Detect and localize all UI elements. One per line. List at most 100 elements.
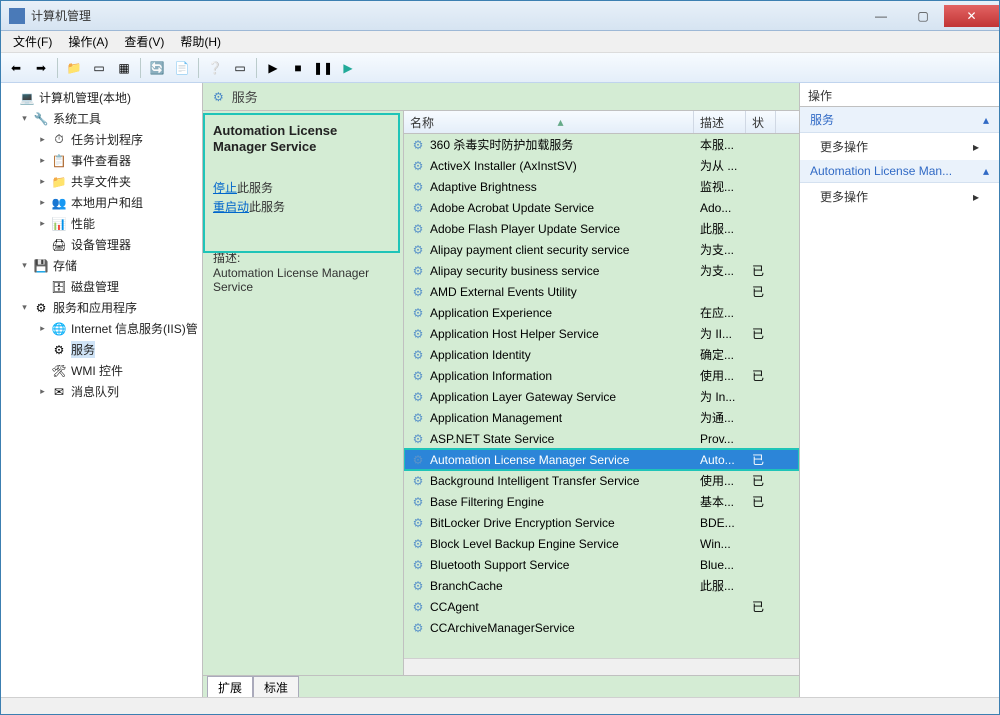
properties-button[interactable]: ▦ (113, 57, 135, 79)
tree-item[interactable]: ▸⏱任务计划程序 (1, 129, 202, 150)
tree-item[interactable]: ⚙服务 (1, 339, 202, 360)
service-row[interactable]: ⚙Alipay security business service为支...已 (404, 260, 799, 281)
tree-toggle-icon[interactable]: ▸ (37, 323, 48, 334)
tree-item[interactable]: 💻计算机管理(本地) (1, 87, 202, 108)
service-row[interactable]: ⚙Automation License Manager ServiceAuto.… (404, 449, 799, 470)
service-row[interactable]: ⚙ActiveX Installer (AxInstSV)为从 ... (404, 155, 799, 176)
col-status[interactable]: 状 (746, 111, 776, 133)
service-row[interactable]: ⚙Adobe Acrobat Update ServiceAdo... (404, 197, 799, 218)
close-button[interactable]: ✕ (944, 5, 999, 27)
menu-action[interactable]: 操作(A) (60, 31, 116, 52)
service-row[interactable]: ⚙360 杀毒实时防护加载服务本服... (404, 134, 799, 155)
pause-button[interactable]: ❚❚ (312, 57, 334, 79)
stop-button[interactable]: ■ (287, 57, 309, 79)
detail-pane: Automation License Manager Service 停止此服务… (203, 111, 403, 675)
restart-service-link[interactable]: 重启动 (213, 200, 249, 214)
menu-view[interactable]: 查看(V) (116, 31, 172, 52)
service-row[interactable]: ⚙Adaptive Brightness监视... (404, 176, 799, 197)
tree-toggle-icon[interactable]: ▾ (19, 113, 30, 124)
forward-button[interactable]: ➡ (30, 57, 52, 79)
service-icon: ⚙ (410, 368, 426, 384)
service-row[interactable]: ⚙CCAgent已 (404, 596, 799, 617)
refresh-button[interactable]: 🔄 (146, 57, 168, 79)
service-row[interactable]: ⚙Alipay payment client security service为… (404, 239, 799, 260)
tab-standard[interactable]: 标准 (253, 676, 299, 698)
help-button[interactable]: ❔ (204, 57, 226, 79)
extra-button[interactable]: ▭ (229, 57, 251, 79)
tree-item[interactable]: ▸📁共享文件夹 (1, 171, 202, 192)
tree-item[interactable]: ▾⚙服务和应用程序 (1, 297, 202, 318)
tree-toggle-icon[interactable]: ▸ (37, 197, 48, 208)
tree-toggle-icon[interactable]: ▾ (19, 260, 30, 271)
tree-item[interactable]: 🗄磁盘管理 (1, 276, 202, 297)
service-row[interactable]: ⚙Application Layer Gateway Service为 In..… (404, 386, 799, 407)
tree-toggle-icon[interactable] (37, 239, 48, 250)
service-row[interactable]: ⚙Background Intelligent Transfer Service… (404, 470, 799, 491)
service-row[interactable]: ⚙CCArchiveManagerService (404, 617, 799, 638)
tree-item[interactable]: ▸📋事件查看器 (1, 150, 202, 171)
export-button[interactable]: 📄 (171, 57, 193, 79)
tree-item[interactable]: ▸👥本地用户和组 (1, 192, 202, 213)
service-desc: 此服... (694, 577, 746, 594)
service-row[interactable]: ⚙Bluetooth Support ServiceBlue... (404, 554, 799, 575)
list-header: 名称▴ 描述 状 (404, 111, 799, 134)
play-button[interactable]: ▶ (262, 57, 284, 79)
tree-item[interactable]: ▾🔧系统工具 (1, 108, 202, 129)
minimize-button[interactable]: — (860, 5, 902, 27)
show-hide-button[interactable]: ▭ (88, 57, 110, 79)
restart-button[interactable]: ▶ (337, 57, 359, 79)
tree-toggle-icon[interactable]: ▸ (37, 176, 48, 187)
tree-toggle-icon[interactable]: ▸ (37, 155, 48, 166)
service-row[interactable]: ⚙Application Host Helper Service为 II...已 (404, 323, 799, 344)
tree-item[interactable]: 🖨设备管理器 (1, 234, 202, 255)
tree-item[interactable]: ▾💾存储 (1, 255, 202, 276)
service-row[interactable]: ⚙Adobe Flash Player Update Service此服... (404, 218, 799, 239)
actions-group-services[interactable]: 服务▴ (800, 107, 999, 133)
list-rows[interactable]: ⚙360 杀毒实时防护加载服务本服...⚙ActiveX Installer (… (404, 134, 799, 658)
col-desc[interactable]: 描述 (694, 111, 746, 133)
tree-toggle-icon[interactable] (37, 281, 48, 292)
service-name: Application Host Helper Service (430, 327, 599, 341)
col-name[interactable]: 名称▴ (404, 111, 694, 133)
horizontal-scrollbar[interactable] (404, 658, 799, 675)
up-button[interactable]: 📁 (63, 57, 85, 79)
bottom-scrollbar[interactable] (1, 697, 999, 714)
menu-help[interactable]: 帮助(H) (172, 31, 229, 52)
service-row[interactable]: ⚙Application Information使用...已 (404, 365, 799, 386)
tree-toggle-icon[interactable]: ▾ (19, 302, 30, 313)
back-button[interactable]: ⬅ (5, 57, 27, 79)
service-row[interactable]: ⚙BranchCache此服... (404, 575, 799, 596)
service-icon: ⚙ (410, 242, 426, 258)
tree-toggle-icon[interactable] (37, 344, 48, 355)
service-row[interactable]: ⚙Base Filtering Engine基本...已 (404, 491, 799, 512)
actions-group-selected[interactable]: Automation License Man...▴ (800, 160, 999, 183)
service-name: Application Experience (430, 306, 552, 320)
stop-service-link[interactable]: 停止 (213, 181, 237, 195)
service-row[interactable]: ⚙Application Experience在应... (404, 302, 799, 323)
tree-toggle-icon[interactable]: ▸ (37, 386, 48, 397)
tree-toggle-icon[interactable] (37, 365, 48, 376)
service-row[interactable]: ⚙Application Management为通... (404, 407, 799, 428)
tree-toggle-icon[interactable]: ▸ (37, 134, 48, 145)
more-actions-1[interactable]: 更多操作▸ (800, 133, 999, 160)
service-icon: ⚙ (410, 179, 426, 195)
tree-item[interactable]: 🛠WMI 控件 (1, 360, 202, 381)
tree-item[interactable]: ▸📊性能 (1, 213, 202, 234)
service-desc: 本服... (694, 136, 746, 153)
tree-item[interactable]: ▸✉消息队列 (1, 381, 202, 402)
tree-toggle-icon[interactable]: ▸ (37, 218, 48, 229)
tree-item[interactable]: ▸🌐Internet 信息服务(IIS)管 (1, 318, 202, 339)
service-row[interactable]: ⚙ASP.NET State ServiceProv... (404, 428, 799, 449)
tab-extended[interactable]: 扩展 (207, 676, 253, 698)
more-actions-2[interactable]: 更多操作▸ (800, 183, 999, 210)
service-row[interactable]: ⚙BitLocker Drive Encryption ServiceBDE..… (404, 512, 799, 533)
service-row[interactable]: ⚙Application Identity确定... (404, 344, 799, 365)
service-row[interactable]: ⚙Block Level Backup Engine ServiceWin... (404, 533, 799, 554)
service-name: Base Filtering Engine (430, 495, 544, 509)
menu-file[interactable]: 文件(F) (5, 31, 60, 52)
tree-toggle-icon[interactable] (5, 92, 16, 103)
service-icon: ⚙ (410, 494, 426, 510)
service-row[interactable]: ⚙AMD External Events Utility已 (404, 281, 799, 302)
maximize-button[interactable]: ▢ (902, 5, 944, 27)
service-name: Alipay payment client security service (430, 243, 629, 257)
